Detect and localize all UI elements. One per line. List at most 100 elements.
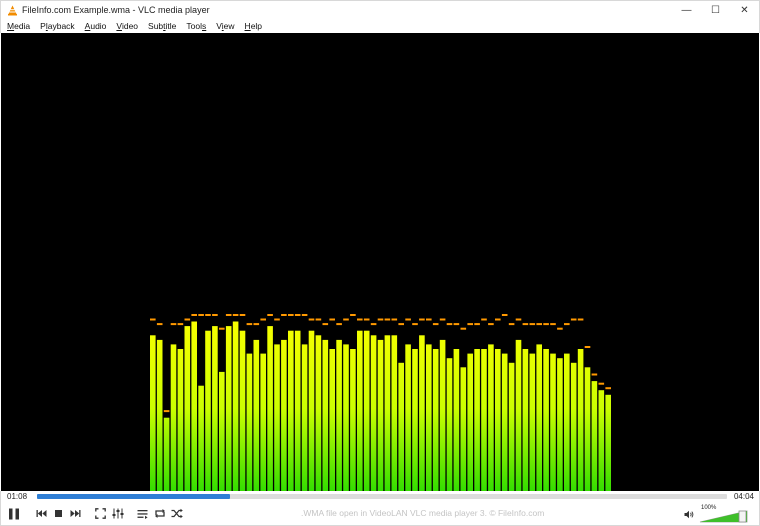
loop-icon — [154, 509, 165, 518]
volume-slider[interactable] — [699, 509, 749, 523]
spectrum-bar — [315, 335, 322, 491]
spectrum-bar — [405, 344, 411, 491]
shuffle-button[interactable] — [169, 506, 184, 521]
spectrum-peak — [398, 323, 404, 326]
spectrum-peak — [150, 318, 156, 321]
elapsed-time: 01:08 — [7, 492, 28, 501]
spectrum-bar — [232, 321, 239, 491]
spectrum-bar — [267, 326, 273, 491]
spectrum-peak — [536, 323, 542, 326]
spectrum-peak — [412, 323, 418, 326]
spectrum-bar — [426, 344, 432, 491]
previous-button[interactable] — [34, 506, 49, 521]
menu-subtitle[interactable]: Subtitle — [148, 21, 176, 31]
spectrum-peak — [564, 323, 570, 326]
spectrum-visualizer — [150, 314, 611, 491]
next-button[interactable] — [68, 506, 83, 521]
previous-icon — [36, 510, 47, 517]
spectrum-bar — [557, 358, 563, 491]
menu-media[interactable]: Media — [7, 21, 30, 31]
spectrum-peak — [198, 314, 204, 316]
spectrum-bar — [281, 339, 287, 491]
spectrum-peak — [584, 346, 591, 348]
spectrum-bar — [191, 321, 197, 491]
menu-tools[interactable]: Tools — [186, 21, 206, 31]
spectrum-bar — [212, 326, 218, 491]
video-area[interactable] — [1, 33, 759, 491]
spectrum-bar — [501, 353, 508, 491]
spectrum-bar — [274, 344, 280, 491]
menu-help[interactable]: Help — [245, 21, 262, 31]
spectrum-bar — [488, 344, 494, 491]
menu-video[interactable]: Video — [116, 21, 138, 31]
spectrum-peak — [357, 318, 363, 321]
spectrum-bar — [363, 330, 370, 491]
spectrum-bar — [467, 353, 473, 491]
menu-view[interactable]: View — [216, 21, 234, 31]
playlist-icon — [137, 509, 148, 519]
speaker-icon — [684, 510, 694, 519]
spectrum-peak — [253, 323, 260, 326]
spectrum-peak — [432, 323, 439, 326]
playlist-button[interactable] — [135, 506, 150, 521]
spectrum-peak — [315, 318, 322, 321]
spectrum-peak — [212, 314, 218, 316]
shuffle-icon — [171, 508, 183, 519]
spectrum-bar — [543, 349, 549, 491]
spectrum-bar — [150, 335, 156, 491]
pause-icon — [9, 508, 19, 520]
spectrum-peak — [550, 323, 556, 326]
extended-settings-button[interactable] — [110, 506, 125, 521]
maximize-button[interactable]: ☐ — [701, 1, 730, 20]
spectrum-peak — [343, 318, 349, 321]
spectrum-bar — [474, 349, 480, 491]
spectrum-peak — [336, 323, 342, 326]
spectrum-bar — [294, 330, 301, 491]
spectrum-bar — [495, 349, 501, 491]
spectrum-bar — [529, 353, 536, 491]
spectrum-bar — [219, 371, 225, 491]
spectrum-peak — [474, 323, 480, 326]
spectrum-peak — [446, 323, 453, 326]
spectrum-bar — [432, 349, 439, 491]
stop-button[interactable] — [51, 506, 66, 521]
loop-button[interactable] — [152, 506, 167, 521]
fullscreen-button[interactable] — [93, 506, 108, 521]
spectrum-bar — [288, 330, 294, 491]
spectrum-peak — [598, 382, 605, 385]
spectrum-bar — [336, 339, 342, 491]
spectrum-bar — [246, 353, 253, 491]
menu-playback[interactable]: Playback — [40, 21, 75, 31]
spectrum-bar — [198, 385, 204, 491]
spectrum-bar — [446, 358, 453, 491]
total-time: 04:04 — [733, 492, 754, 501]
spectrum-bar — [481, 349, 487, 491]
spectrum-peak — [522, 323, 529, 326]
seek-progress — [37, 494, 230, 499]
spectrum-bar — [156, 339, 163, 491]
spectrum-peak — [191, 314, 197, 316]
spectrum-peak — [267, 314, 273, 316]
spectrum-peak — [170, 323, 177, 326]
menu-audio[interactable]: Audio — [85, 21, 107, 31]
menu-bar: Media Playback Audio Video Subtitle Tools View… — [0, 19, 760, 33]
spectrum-peak — [219, 327, 225, 330]
minimize-button[interactable]: — — [672, 1, 701, 20]
title-bar: FileInfo.com Example.wma - VLC media pla… — [0, 0, 760, 19]
spectrum-peak — [384, 318, 391, 321]
spectrum-bar — [598, 390, 605, 491]
mute-button[interactable] — [684, 510, 696, 522]
spectrum-peak — [557, 327, 563, 330]
spectrum-bar — [550, 353, 556, 491]
spectrum-peak — [405, 318, 411, 321]
spectrum-bar — [412, 349, 418, 491]
spectrum-peak — [453, 323, 460, 326]
close-button[interactable]: ✕ — [730, 1, 759, 20]
spectrum-bar — [439, 339, 446, 491]
spectrum-bar — [605, 394, 611, 491]
volume-handle[interactable] — [738, 510, 747, 523]
spectrum-peak — [184, 318, 191, 321]
pause-button[interactable] — [5, 505, 23, 523]
seek-slider[interactable] — [37, 494, 727, 499]
spectrum-bar — [398, 362, 404, 491]
